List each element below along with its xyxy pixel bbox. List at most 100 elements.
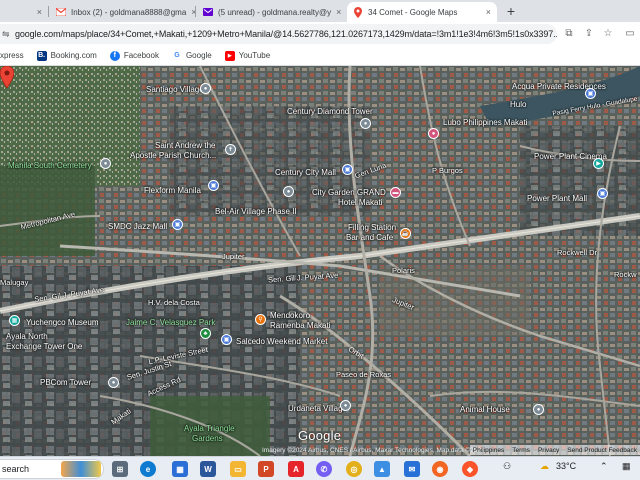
- map-label[interactable]: Saint Andrew the: [155, 141, 215, 150]
- people-icon[interactable]: ⚇: [503, 461, 511, 472]
- powerpoint-icon[interactable]: P: [258, 461, 274, 477]
- map-label[interactable]: Gardens: [192, 434, 223, 443]
- edge-icon[interactable]: e: [140, 461, 156, 477]
- folder-icon[interactable]: ▭: [230, 461, 246, 477]
- map-label[interactable]: Flexform Manila: [144, 186, 201, 195]
- tab-partial[interactable]: ×: [0, 2, 48, 22]
- close-icon[interactable]: ×: [37, 7, 42, 17]
- map-label[interactable]: Century City Mall: [275, 168, 336, 177]
- bookmark-label: Facebook: [123, 51, 159, 60]
- bookmark-google[interactable]: G Google: [171, 50, 212, 61]
- map-label[interactable]: PBCom Tower: [40, 378, 91, 387]
- poi-pin-icon[interactable]: ●: [108, 377, 119, 388]
- shopping-icon[interactable]: ▣: [597, 188, 608, 199]
- shopping-icon[interactable]: ▣: [172, 219, 183, 230]
- map-label[interactable]: Mendokoro: [270, 311, 310, 320]
- poi-pin-icon[interactable]: ●: [200, 83, 211, 94]
- shopping-icon[interactable]: ▣: [208, 180, 219, 191]
- task-view-icon[interactable]: ⊞: [112, 461, 128, 477]
- map-label[interactable]: Hulo: [510, 100, 526, 109]
- install-app-icon[interactable]: ⧉: [563, 28, 575, 40]
- site-info-icon[interactable]: ⇋: [2, 29, 12, 40]
- map-label[interactable]: Exchange Tower One: [6, 342, 82, 351]
- map-label[interactable]: Filling Station: [348, 223, 396, 232]
- shopping-icon[interactable]: ▣: [221, 334, 232, 345]
- museum-icon[interactable]: ▦: [9, 315, 20, 326]
- poi-pin-icon[interactable]: ●: [533, 404, 544, 415]
- map-label[interactable]: Salcedo Weekend Market: [236, 337, 327, 346]
- store-icon[interactable]: ▦: [172, 461, 188, 477]
- map-label[interactable]: Apostle Parish Church...: [130, 151, 216, 160]
- omnibox[interactable]: ⇋ google.com/maps/place/34+Comet,+Makati…: [0, 24, 557, 44]
- share-icon[interactable]: ⇪: [583, 28, 595, 40]
- cafe-icon[interactable]: ☕: [400, 228, 411, 239]
- poi-pin-icon[interactable]: ●: [283, 186, 294, 197]
- taskbar-search-box[interactable]: search: [0, 459, 104, 479]
- map-label[interactable]: Animal House: [460, 405, 510, 414]
- hotel-icon[interactable]: ▬: [390, 187, 401, 198]
- shopping-icon[interactable]: ▣: [342, 164, 353, 175]
- side-panel-icon[interactable]: ▭: [624, 28, 636, 40]
- feedback-link[interactable]: Send Product Feedback: [567, 447, 637, 454]
- bookmark-facebook[interactable]: f Facebook: [109, 50, 159, 61]
- tab-gmail[interactable]: Inbox (2) - goldmana8888@gma ×: [50, 2, 195, 22]
- map-label[interactable]: SMDC Jazz Mall: [108, 222, 167, 231]
- map-label[interactable]: Hotel Makati: [338, 198, 382, 207]
- yahoo-mail-icon: [203, 7, 213, 17]
- brave-icon[interactable]: ◆: [462, 461, 478, 477]
- rss-icon[interactable]: ◉: [432, 461, 448, 477]
- bookmark-label: YouTube: [238, 51, 271, 60]
- chrome-icon[interactable]: ◎: [346, 461, 362, 477]
- bookmark-label: xpress: [0, 51, 24, 60]
- map-label[interactable]: Urdaneta Village: [288, 404, 347, 413]
- map-label[interactable]: Lubo Philippines Makati: [443, 118, 528, 127]
- map-label[interactable]: Bel-Air Village Phase II: [215, 207, 297, 216]
- map-label[interactable]: Yuchengco Museum: [26, 318, 99, 327]
- privacy-link[interactable]: Privacy: [538, 447, 559, 454]
- bookmark-xpress[interactable]: xpress: [0, 51, 24, 60]
- map-label[interactable]: City Garden GRAND: [312, 188, 386, 197]
- region-link[interactable]: Philippines: [473, 447, 504, 454]
- new-tab-button[interactable]: +: [503, 3, 519, 19]
- bookmark-youtube[interactable]: ▶ YouTube: [224, 50, 271, 61]
- tray-chevron-icon[interactable]: ⌃: [600, 461, 608, 472]
- url-text[interactable]: google.com/maps/place/34+Comet,+Makati,+…: [15, 29, 557, 39]
- map-label[interactable]: Century Diamond Tower: [287, 107, 373, 116]
- bookmark-booking[interactable]: B. Booking.com: [36, 50, 97, 61]
- terms-link[interactable]: Terms: [512, 447, 530, 454]
- map-label[interactable]: Jaime C. Velasquez Park: [126, 318, 215, 327]
- close-icon[interactable]: ×: [336, 7, 341, 17]
- poi-pin-icon[interactable]: ●: [360, 118, 371, 129]
- map-label[interactable]: Santiago Village: [146, 85, 204, 94]
- park-icon[interactable]: ♣: [200, 328, 211, 339]
- map-label: Rockwell Dr: [557, 248, 598, 257]
- weather-icon[interactable]: ☁: [540, 461, 549, 472]
- map-label[interactable]: Ayala North: [6, 332, 48, 341]
- tab-google-maps[interactable]: 34 Comet - Google Maps ×: [347, 2, 497, 22]
- map-label[interactable]: Ramenba Makati: [270, 321, 330, 330]
- poi-pin-icon[interactable]: ●: [340, 400, 351, 411]
- map-label[interactable]: Power Plant Mall: [527, 194, 587, 203]
- word-icon[interactable]: W: [200, 461, 216, 477]
- map-label[interactable]: Manila South Cemetery: [8, 161, 92, 170]
- acrobat-icon[interactable]: A: [288, 461, 304, 477]
- viber-icon[interactable]: ✆: [316, 461, 332, 477]
- close-icon[interactable]: ×: [486, 7, 491, 17]
- poi-pin-icon[interactable]: ▣: [585, 88, 596, 99]
- satellite-map[interactable]: Santiago Village Century Diamond Tower A…: [0, 66, 640, 456]
- gallery-icon[interactable]: ▲: [374, 461, 390, 477]
- selected-location-pin-icon[interactable]: [0, 66, 14, 88]
- church-icon[interactable]: ✝: [225, 144, 236, 155]
- restaurant-icon[interactable]: ⚲: [255, 314, 266, 325]
- temperature[interactable]: 33°C: [556, 461, 576, 471]
- map-label[interactable]: Ayala Triangle: [184, 424, 235, 433]
- taskbar: search ⊞ e ▦ W ▭ P A ✆ ◎ ▲ ✉ ◉ ◆ ⚇ ☁ 33°…: [0, 456, 640, 480]
- app-tray-icon[interactable]: ▦: [622, 461, 631, 472]
- tab-yahoo-mail[interactable]: (5 unread) - goldmana.realty@y ×: [197, 2, 345, 22]
- cinema-icon[interactable]: ▶: [593, 158, 604, 169]
- poi-pin-icon[interactable]: ●: [100, 158, 111, 169]
- bookmark-star-icon[interactable]: ☆: [602, 28, 614, 40]
- map-label[interactable]: Bar and Cafe: [346, 233, 393, 242]
- mail-icon[interactable]: ✉: [404, 461, 420, 477]
- poi-pin-icon[interactable]: ●: [428, 128, 439, 139]
